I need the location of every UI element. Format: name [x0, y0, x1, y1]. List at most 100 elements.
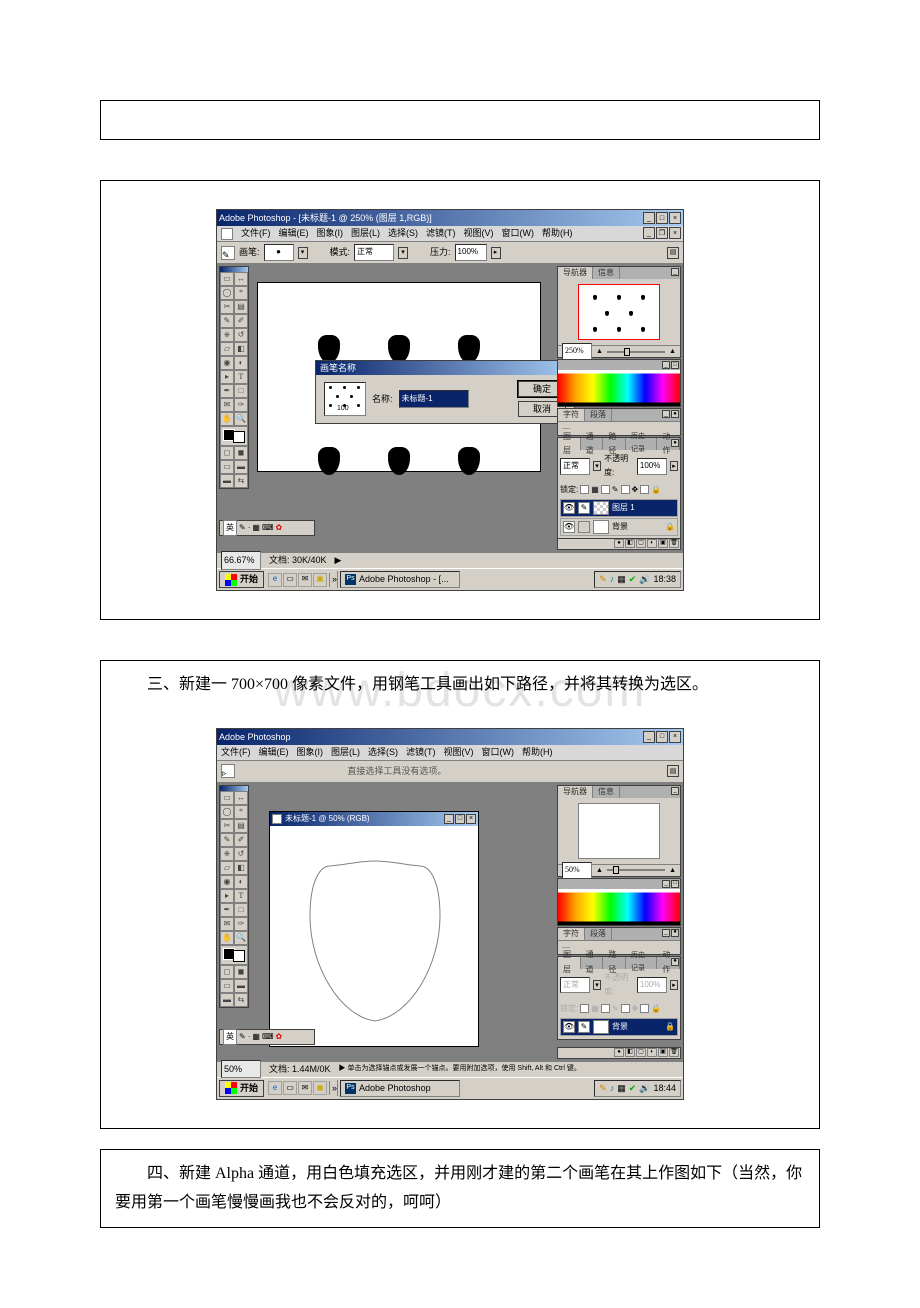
brush-dropdown[interactable]: ▾	[298, 247, 308, 259]
pen-tool-icon[interactable]: ✒	[220, 903, 234, 917]
notes-tool-icon[interactable]: ✉	[220, 917, 234, 931]
menu-select[interactable]: 选择(S)	[368, 744, 398, 760]
lock-paint-icon[interactable]	[601, 485, 610, 494]
doc-close-button[interactable]: ×	[466, 814, 476, 824]
layer-set-icon[interactable]: ▢	[636, 1048, 646, 1057]
screen-full-icon[interactable]: ▬	[234, 979, 248, 993]
history-brush-icon[interactable]: ↺	[234, 328, 248, 342]
info-tab[interactable]: 信息	[593, 267, 620, 279]
zoom-out-icon[interactable]: ▲	[596, 864, 603, 877]
link-icon[interactable]: ✎	[578, 1021, 590, 1033]
maximize-button[interactable]: □	[656, 731, 668, 743]
color-spectrum[interactable]	[558, 370, 680, 406]
slice-tool-icon[interactable]: ▤	[234, 819, 248, 833]
mode-qmask-icon[interactable]: ◼	[234, 446, 248, 460]
color-panel-close-icon[interactable]: □	[671, 880, 679, 888]
pressure-dropdown[interactable]: ▸	[491, 247, 501, 259]
ime-icon4[interactable]: ⌨	[262, 1030, 274, 1044]
doc-close-button[interactable]: ×	[669, 227, 681, 239]
brush-tool-icon[interactable]: ✎	[220, 833, 234, 847]
tray-icon-2[interactable]: ♪	[610, 571, 615, 587]
menu-help[interactable]: 帮助(H)	[542, 225, 573, 241]
status-zoom[interactable]: 66.67%	[221, 551, 261, 569]
ime-icon2[interactable]: ·	[248, 1030, 251, 1044]
menu-layer[interactable]: 图层(L)	[351, 225, 380, 241]
navigator-tab[interactable]: 导航器	[558, 267, 593, 279]
panel-min-icon[interactable]: _	[671, 787, 679, 795]
channels-tab[interactable]: 通道	[581, 957, 604, 969]
menu-view[interactable]: 视图(V)	[464, 225, 494, 241]
marquee-tool-icon[interactable]: ▭	[220, 272, 234, 286]
layers-tab[interactable]: 图层	[558, 957, 581, 969]
minimize-button[interactable]: _	[643, 731, 655, 743]
menu-window[interactable]: 窗口(W)	[502, 225, 535, 241]
dodge-tool-icon[interactable]: ◐	[234, 356, 248, 370]
tray-icon-1[interactable]: ✎	[599, 1080, 607, 1096]
mode-select[interactable]: 正常	[354, 244, 394, 260]
palette-well-icon[interactable]: ▤	[667, 765, 679, 777]
eyedropper-icon[interactable]: ✑	[234, 917, 248, 931]
layer-row-1[interactable]: 👁 ✎ 图层 1	[560, 499, 678, 517]
lasso-tool-icon[interactable]: ◯	[220, 805, 234, 819]
tray-icon-3[interactable]: ▦	[617, 1080, 626, 1096]
info-tab[interactable]: 信息	[593, 786, 620, 798]
char-panel-menu-icon[interactable]: ●	[671, 929, 679, 937]
ime-icon5[interactable]: ✿	[275, 521, 282, 535]
mode-dropdown[interactable]: ▾	[398, 247, 408, 259]
ime-icon5[interactable]: ✿	[275, 1030, 282, 1044]
crop-tool-icon[interactable]: ✂	[220, 819, 234, 833]
mode-std-icon[interactable]: ◻	[220, 446, 234, 460]
menu-edit[interactable]: 编辑(E)	[259, 744, 289, 760]
lock-all-icon[interactable]	[640, 1004, 649, 1013]
blur-tool-icon[interactable]: ◉	[220, 356, 234, 370]
ime-icon3[interactable]: ▦	[252, 1030, 260, 1044]
stamp-tool-icon[interactable]: ⎈	[220, 847, 234, 861]
minimize-button[interactable]: _	[643, 212, 655, 224]
background-color[interactable]	[233, 950, 245, 962]
layer-mask-icon[interactable]: ◧	[625, 1048, 635, 1057]
visibility-icon[interactable]: 👁	[563, 521, 575, 533]
char-panel-min-icon[interactable]: _	[662, 929, 670, 937]
opacity-drop-icon[interactable]: ▸	[670, 461, 678, 471]
close-button[interactable]: ×	[669, 212, 681, 224]
ql-oe-icon[interactable]: ✉	[298, 573, 312, 587]
menu-filter[interactable]: 滤镜(T)	[406, 744, 436, 760]
channels-tab[interactable]: 通道	[581, 438, 604, 450]
ime-lang[interactable]: 英	[223, 1029, 237, 1045]
lock-move-icon[interactable]	[621, 485, 630, 494]
hand-tool-icon[interactable]: ✋	[220, 931, 234, 945]
shape-tool-icon[interactable]: □	[234, 384, 248, 398]
ql-folder-icon[interactable]: ▣	[313, 573, 327, 587]
history-tab[interactable]: 历史记录	[626, 957, 657, 969]
mode-qmask-icon[interactable]: ◼	[234, 965, 248, 979]
lock-all-icon[interactable]	[640, 485, 649, 494]
paragraph-tab[interactable]: 段落	[585, 409, 612, 421]
menu-window[interactable]: 窗口(W)	[482, 744, 515, 760]
tray-icon-4[interactable]: ✔	[629, 1080, 637, 1096]
close-button[interactable]: ×	[669, 731, 681, 743]
pen-tool-icon[interactable]: ✒	[220, 384, 234, 398]
status-arrow-icon[interactable]: ▶	[335, 552, 342, 568]
task-button[interactable]: Ps Adobe Photoshop - [...	[340, 571, 460, 588]
type-tool-icon[interactable]: T	[234, 889, 248, 903]
menu-image[interactable]: 图象(I)	[297, 744, 324, 760]
blend-mode[interactable]: 正常	[560, 458, 590, 474]
ql-desktop-icon[interactable]: ▭	[283, 573, 297, 587]
lock-trans-icon[interactable]	[580, 1004, 589, 1013]
char-panel-menu-icon[interactable]: ●	[671, 410, 679, 418]
history-tab[interactable]: 历史记录	[626, 438, 657, 450]
eraser-tool-icon[interactable]: ▱	[220, 342, 234, 356]
screen-full2-icon[interactable]: ▬	[220, 993, 234, 1007]
zoom-in-icon[interactable]: ▲	[669, 345, 676, 358]
zoom-pct[interactable]: 50%	[562, 862, 592, 878]
layer-row-bg[interactable]: 👁 背景 🔒	[560, 518, 678, 536]
opacity-value[interactable]: 100%	[637, 977, 667, 993]
screen-full-icon[interactable]: ▬	[234, 460, 248, 474]
name-input[interactable]: 未标题-1	[399, 390, 469, 408]
ql-folder-icon[interactable]: ▣	[313, 1081, 327, 1095]
ime-bar[interactable]: 英 ✎ · ▦ ⌨ ✿	[219, 520, 315, 536]
menu-file[interactable]: 文件(F)	[241, 225, 271, 241]
new-layer-icon[interactable]: ▣	[658, 539, 668, 548]
notes-tool-icon[interactable]: ✉	[220, 398, 234, 412]
layers-panel-menu-icon[interactable]: ●	[671, 958, 679, 966]
